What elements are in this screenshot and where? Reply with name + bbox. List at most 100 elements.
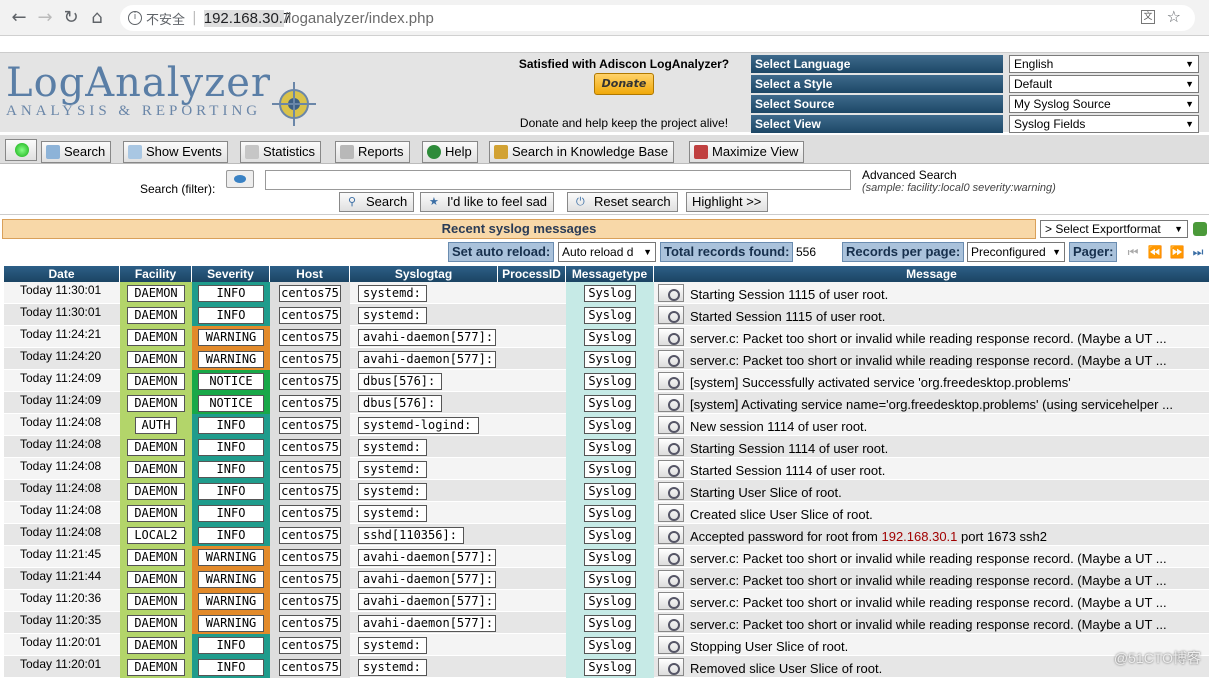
messagetype-badge[interactable]: Syslog xyxy=(584,615,636,632)
severity-badge[interactable]: WARNING xyxy=(198,329,264,346)
col-date[interactable]: Date xyxy=(4,266,120,282)
syslogtag-badge[interactable]: systemd: xyxy=(358,461,428,478)
severity-badge[interactable]: INFO xyxy=(198,285,264,302)
host-badge[interactable]: centos75 xyxy=(279,395,341,412)
message-text[interactable]: server.c: Packet too short or invalid wh… xyxy=(690,617,1206,633)
host-badge[interactable]: centos75 xyxy=(279,571,341,588)
host-badge[interactable]: centos75 xyxy=(279,285,341,302)
host-badge[interactable]: centos75 xyxy=(279,373,341,390)
message-detail-icon[interactable] xyxy=(658,526,684,544)
messagetype-badge[interactable]: Syslog xyxy=(584,395,636,412)
severity-badge[interactable]: NOTICE xyxy=(198,395,264,412)
host-badge[interactable]: centos75 xyxy=(279,439,341,456)
ip-address-link[interactable]: 192.168.30.1 xyxy=(881,529,957,544)
message-detail-icon[interactable] xyxy=(658,482,684,500)
severity-badge[interactable]: INFO xyxy=(198,505,264,522)
messagetype-badge[interactable]: Syslog xyxy=(584,285,636,302)
syslogtag-badge[interactable]: avahi-daemon[577]: xyxy=(358,329,496,346)
message-text[interactable]: Started Session 1114 of user root. xyxy=(690,463,1206,479)
facility-badge[interactable]: LOCAL2 xyxy=(127,527,185,544)
export-icon[interactable] xyxy=(1193,222,1207,236)
messagetype-badge[interactable]: Syslog xyxy=(584,505,636,522)
messagetype-badge[interactable]: Syslog xyxy=(584,593,636,610)
message-text[interactable]: Starting Session 1115 of user root. xyxy=(690,287,1206,303)
auto-reload-select[interactable]: Auto reload d ▼ xyxy=(558,242,656,262)
messagetype-badge[interactable]: Syslog xyxy=(584,373,636,390)
host-badge[interactable]: centos75 xyxy=(279,329,341,346)
messagetype-badge[interactable]: Syslog xyxy=(584,439,636,456)
facility-badge[interactable]: DAEMON xyxy=(127,395,185,412)
export-format-select[interactable]: > Select Exportformat ▼ xyxy=(1040,220,1188,238)
syslogtag-badge[interactable]: systemd: xyxy=(358,637,428,654)
severity-badge[interactable]: INFO xyxy=(198,637,264,654)
reset-search-button[interactable]: ⏻ Reset search xyxy=(567,192,678,212)
message-detail-icon[interactable] xyxy=(658,328,684,346)
next-page-icon[interactable]: ⏩ xyxy=(1169,244,1185,260)
menu-help[interactable]: Help xyxy=(422,141,478,163)
facility-badge[interactable]: DAEMON xyxy=(127,593,185,610)
severity-badge[interactable]: NOTICE xyxy=(198,373,264,390)
messagetype-badge[interactable]: Syslog xyxy=(584,351,636,368)
reload-icon[interactable]: ↻ xyxy=(58,5,84,31)
host-badge[interactable]: centos75 xyxy=(279,549,341,566)
message-detail-icon[interactable] xyxy=(658,460,684,478)
message-text[interactable]: Accepted password for root from 192.168.… xyxy=(690,529,1206,545)
severity-badge[interactable]: INFO xyxy=(198,527,264,544)
facility-badge[interactable]: DAEMON xyxy=(127,439,185,456)
severity-badge[interactable]: INFO xyxy=(198,417,264,434)
facility-badge[interactable]: DAEMON xyxy=(127,615,185,632)
facility-badge[interactable]: DAEMON xyxy=(127,549,185,566)
message-detail-icon[interactable] xyxy=(658,306,684,324)
messagetype-badge[interactable]: Syslog xyxy=(584,461,636,478)
style-select[interactable]: Default ▼ xyxy=(1009,75,1199,93)
severity-badge[interactable]: WARNING xyxy=(198,615,264,632)
status-button[interactable] xyxy=(5,139,37,161)
col-severity[interactable]: Severity xyxy=(192,266,270,282)
filter-toggle-icon[interactable] xyxy=(226,170,254,188)
syslogtag-badge[interactable]: dbus[576]: xyxy=(358,373,442,390)
messagetype-badge[interactable]: Syslog xyxy=(584,571,636,588)
severity-badge[interactable]: WARNING xyxy=(198,549,264,566)
message-detail-icon[interactable] xyxy=(658,504,684,522)
menu-statistics[interactable]: Statistics xyxy=(240,141,322,163)
host-badge[interactable]: centos75 xyxy=(279,483,341,500)
bookmark-star-icon[interactable]: ☆ xyxy=(1167,7,1181,26)
message-text[interactable]: New session 1114 of user root. xyxy=(690,419,1206,435)
message-text[interactable]: server.c: Packet too short or invalid wh… xyxy=(690,353,1206,369)
message-detail-icon[interactable] xyxy=(658,658,684,676)
host-badge[interactable]: centos75 xyxy=(279,417,341,434)
menu-maximize-view[interactable]: Maximize View xyxy=(689,141,805,163)
messagetype-badge[interactable]: Syslog xyxy=(584,527,636,544)
loganalyzer-logo[interactable]: LogAnalyzer ANALYSIS & REPORTING xyxy=(6,63,326,129)
messagetype-badge[interactable]: Syslog xyxy=(584,483,636,500)
syslogtag-badge[interactable]: sshd[110356]: xyxy=(358,527,465,544)
view-select[interactable]: Syslog Fields ▼ xyxy=(1009,115,1199,133)
message-detail-icon[interactable] xyxy=(658,570,684,588)
syslogtag-badge[interactable]: systemd: xyxy=(358,483,428,500)
host-badge[interactable]: centos75 xyxy=(279,505,341,522)
menu-knowledge-base[interactable]: Search in Knowledge Base xyxy=(489,141,675,163)
host-badge[interactable]: centos75 xyxy=(279,527,341,544)
messagetype-badge[interactable]: Syslog xyxy=(584,659,636,676)
syslogtag-badge[interactable]: systemd: xyxy=(358,659,428,676)
severity-badge[interactable]: INFO xyxy=(198,659,264,676)
syslogtag-badge[interactable]: dbus[576]: xyxy=(358,395,442,412)
severity-badge[interactable]: WARNING xyxy=(198,351,264,368)
host-badge[interactable]: centos75 xyxy=(279,351,341,368)
advanced-search-link[interactable]: Advanced Search xyxy=(862,168,957,182)
message-text[interactable]: Created slice User Slice of root. xyxy=(690,507,1206,523)
message-text[interactable]: [system] Successfully activated service … xyxy=(690,375,1206,391)
message-detail-icon[interactable] xyxy=(658,350,684,368)
search-filter-input[interactable] xyxy=(265,170,851,190)
host-badge[interactable]: centos75 xyxy=(279,637,341,654)
message-detail-icon[interactable] xyxy=(658,592,684,610)
message-detail-icon[interactable] xyxy=(658,438,684,456)
host-badge[interactable]: centos75 xyxy=(279,593,341,610)
message-text[interactable]: Started Session 1115 of user root. xyxy=(690,309,1206,325)
col-processid[interactable]: ProcessID xyxy=(498,266,566,282)
message-text[interactable]: server.c: Packet too short or invalid wh… xyxy=(690,551,1206,567)
menu-show-events[interactable]: Show Events xyxy=(123,141,228,163)
records-per-page-select[interactable]: Preconfigured ▼ xyxy=(967,242,1065,262)
message-text[interactable]: Starting Session 1114 of user root. xyxy=(690,441,1206,457)
facility-badge[interactable]: DAEMON xyxy=(127,373,185,390)
